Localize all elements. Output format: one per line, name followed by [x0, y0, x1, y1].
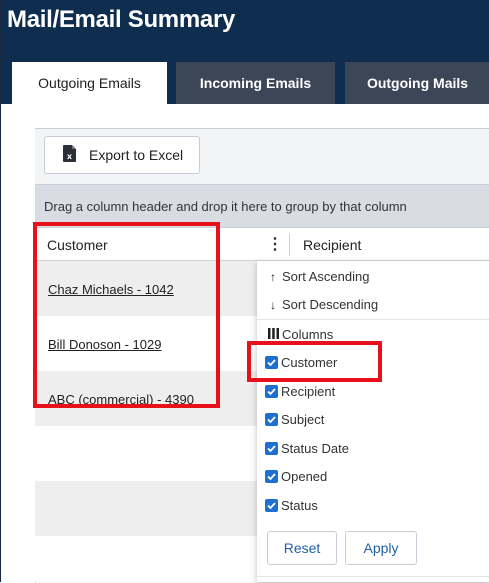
tab-label: Outgoing Mails: [366, 75, 469, 91]
columns-icon: [267, 327, 279, 342]
column-menu: ↑ Sort Ascending ↓ Sort Descending Colum…: [257, 261, 489, 582]
column-toggle-label: Opened: [281, 469, 328, 484]
checkbox-checked-icon: [265, 442, 278, 455]
menu-item-label: Sort Descending: [282, 297, 379, 312]
arrow-up-icon: ↑: [270, 269, 276, 284]
table-row: [35, 426, 257, 481]
table-row: [35, 481, 257, 536]
table-row: [35, 536, 257, 582]
app-window: Mail/Email Summary Outgoing Emails Incom…: [0, 0, 489, 583]
column-toggle-label: Status Date: [281, 441, 349, 456]
checkbox-checked-icon: [265, 499, 278, 512]
tab-label: Incoming Emails: [199, 75, 312, 91]
reset-label: Reset: [283, 540, 321, 556]
reset-button[interactable]: Reset: [267, 531, 337, 565]
menu-divider: [257, 319, 489, 320]
menu-item-label: Sort Ascending: [282, 269, 370, 284]
column-toggle-subject[interactable]: Subject: [265, 412, 324, 427]
column-toggle-status-date[interactable]: Status Date: [265, 441, 349, 456]
tab-incoming-emails[interactable]: Incoming Emails: [176, 62, 335, 104]
group-hint-text: Drag a column header and drop it here to…: [44, 198, 407, 214]
checkbox-checked-icon: [265, 470, 278, 483]
export-label: Export to Excel: [89, 147, 184, 163]
menu-item-label: Columns: [282, 327, 334, 342]
checkbox-checked-icon: [265, 413, 278, 426]
sort-ascending-item[interactable]: ↑ Sort Ascending: [267, 269, 369, 284]
tab-label: Outgoing Emails: [38, 75, 141, 91]
tab-outgoing-emails[interactable]: Outgoing Emails: [12, 62, 167, 104]
column-toggle-opened[interactable]: Opened: [265, 469, 327, 484]
apply-label: Apply: [363, 540, 399, 556]
column-toggle-label: Recipient: [281, 384, 336, 399]
app-header: Mail/Email Summary: [1, 0, 489, 44]
customer-column-highlight: [33, 222, 220, 408]
page-title: Mail/Email Summary: [7, 6, 236, 33]
column-toggle-status[interactable]: Status: [265, 498, 318, 513]
apply-button[interactable]: Apply: [345, 531, 417, 565]
menu-divider: [257, 576, 489, 577]
columns-section-header[interactable]: Columns: [267, 327, 333, 342]
tab-outgoing-mails[interactable]: Outgoing Mails: [345, 62, 489, 104]
arrow-down-icon: ↓: [270, 297, 276, 312]
customer-toggle-highlight: [247, 341, 382, 382]
column-divider: [289, 234, 290, 256]
column-menu-icon[interactable]: ⋮: [267, 234, 283, 254]
sort-descending-item[interactable]: ↓ Sort Descending: [267, 297, 378, 312]
column-header-recipient[interactable]: Recipient: [303, 237, 361, 253]
svg-text:x: x: [67, 152, 73, 161]
tab-bar: Outgoing Emails Incoming Emails Outgoing…: [1, 44, 489, 104]
export-to-excel-button[interactable]: x Export to Excel: [44, 136, 200, 174]
excel-file-icon: x: [63, 145, 77, 165]
column-toggle-label: Status: [281, 498, 318, 513]
column-toggle-label: Subject: [281, 412, 325, 427]
checkbox-checked-icon: [265, 385, 278, 398]
column-toggle-recipient[interactable]: Recipient: [265, 384, 335, 399]
